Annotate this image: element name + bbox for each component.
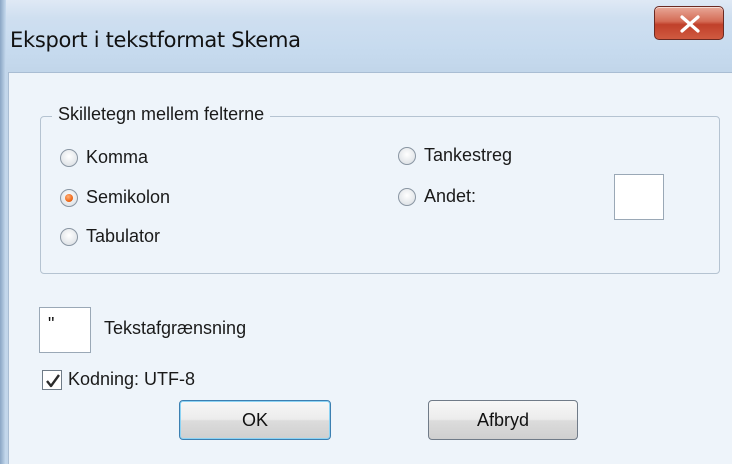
radio-semikolon[interactable]: Semikolon [60,187,170,208]
ok-button[interactable]: OK [179,400,331,440]
title-bar[interactable]: Eksport i tekstformat Skema [0,0,732,70]
checkmark-icon [46,373,60,387]
radio-tankestreg[interactable]: Tankestreg [398,145,512,166]
radio-indicator[interactable] [398,187,416,206]
radio-indicator[interactable] [398,146,416,165]
radio-label-semikolon: Semikolon [86,187,171,207]
close-button[interactable] [654,6,724,40]
radio-indicator[interactable] [60,227,78,246]
radio-label-tankestreg: Tankestreg [424,145,513,165]
radio-label-tabulator: Tabulator [86,226,161,246]
text-delimiter-label: Tekstafgrænsning [104,318,247,338]
dialog-window: Eksport i tekstformat Skema Skilletegn m… [0,0,732,464]
other-separator-input[interactable] [614,174,664,220]
radio-indicator[interactable] [60,148,78,167]
radio-indicator-selected[interactable] [60,188,78,207]
radio-andet[interactable]: Andet: [398,186,476,207]
window-title: Eksport i tekstformat Skema [10,28,301,52]
encoding-label: Kodning: UTF-8 [68,369,196,389]
radio-label-andet: Andet: [424,186,477,206]
radio-tabulator[interactable]: Tabulator [60,226,160,247]
text-delimiter-input[interactable]: " [39,307,91,353]
cancel-button[interactable]: Afbryd [428,400,578,440]
radio-komma[interactable]: Komma [60,147,148,168]
separator-group-legend: Skilletegn mellem felterne [52,104,271,125]
encoding-checkbox-row[interactable]: Kodning: UTF-8 [42,369,195,390]
encoding-checkbox[interactable] [42,369,62,390]
radio-label-komma: Komma [86,147,149,167]
close-icon [680,15,700,33]
